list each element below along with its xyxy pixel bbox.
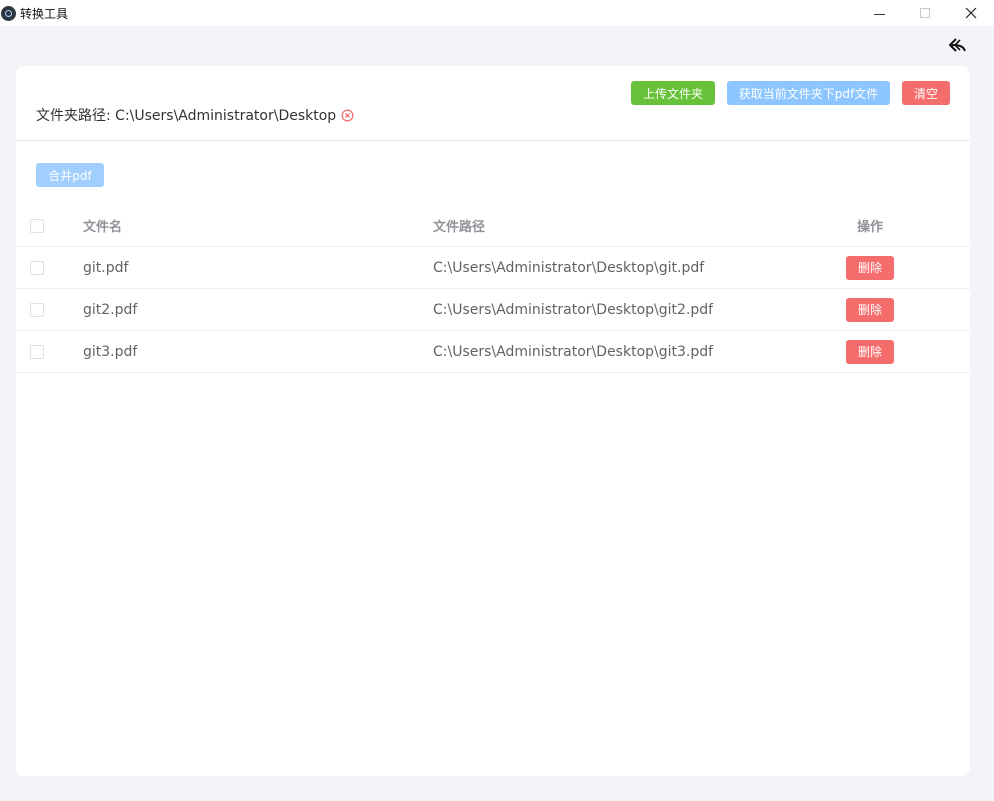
back-arrow-icon[interactable]	[948, 36, 968, 54]
clear-circle-icon[interactable]	[341, 109, 354, 122]
folder-path-text: 文件夹路径: C:\Users\Administrator\Desktop	[36, 108, 337, 124]
file-path: C:\Users\Administrator\Desktop\git3.pdf	[433, 343, 714, 360]
minimize-icon	[873, 13, 885, 15]
file-path: C:\Users\Administrator\Desktop\git2.pdf	[433, 301, 714, 318]
fetch-pdf-button[interactable]: 获取当前文件夹下pdf文件	[727, 81, 890, 105]
row-checkbox[interactable]	[30, 260, 44, 275]
table-row: git.pdf C:\Users\Administrator\Desktop\g…	[16, 247, 970, 289]
table-row: git2.pdf C:\Users\Administrator\Desktop\…	[16, 289, 970, 331]
minimize-button[interactable]	[856, 0, 902, 26]
folder-path-label: 文件夹路径: C:\Users\Administrator\Desktop	[36, 105, 354, 125]
select-all-checkbox[interactable]	[30, 218, 44, 233]
file-table: 文件名 文件路径 操作 git.pdf C:\Users\Administrat…	[16, 205, 970, 373]
clear-button[interactable]: 清空	[902, 81, 950, 105]
table-header-row: 文件名 文件路径 操作	[16, 205, 970, 247]
close-button[interactable]	[948, 0, 994, 26]
window-title: 转换工具	[20, 6, 69, 21]
column-header-name: 文件名	[83, 220, 123, 235]
card-header: 文件夹路径: C:\Users\Administrator\Desktop 上传…	[16, 66, 970, 141]
maximize-button[interactable]	[902, 0, 948, 26]
file-path: C:\Users\Administrator\Desktop\git.pdf	[433, 259, 705, 276]
file-name: git.pdf	[83, 259, 129, 276]
row-checkbox[interactable]	[30, 344, 44, 359]
column-header-action: 操作	[856, 220, 883, 235]
delete-button[interactable]: 删除	[846, 255, 894, 280]
delete-button[interactable]: 删除	[846, 297, 894, 322]
main-card: 文件夹路径: C:\Users\Administrator\Desktop 上传…	[16, 66, 970, 776]
delete-button[interactable]: 删除	[846, 339, 894, 364]
row-checkbox[interactable]	[30, 302, 44, 317]
file-name: git2.pdf	[83, 301, 138, 318]
merge-pdf-button[interactable]: 合并pdf	[36, 163, 104, 187]
close-icon	[965, 7, 977, 19]
table-row: git3.pdf C:\Users\Administrator\Desktop\…	[16, 331, 970, 373]
maximize-icon	[920, 8, 930, 18]
file-name: git3.pdf	[83, 343, 138, 360]
upload-folder-button[interactable]: 上传文件夹	[631, 81, 715, 105]
window-controls	[856, 0, 994, 26]
title-bar: 转换工具	[0, 0, 994, 26]
column-header-path: 文件路径	[433, 220, 486, 235]
app-logo-icon	[1, 5, 16, 21]
